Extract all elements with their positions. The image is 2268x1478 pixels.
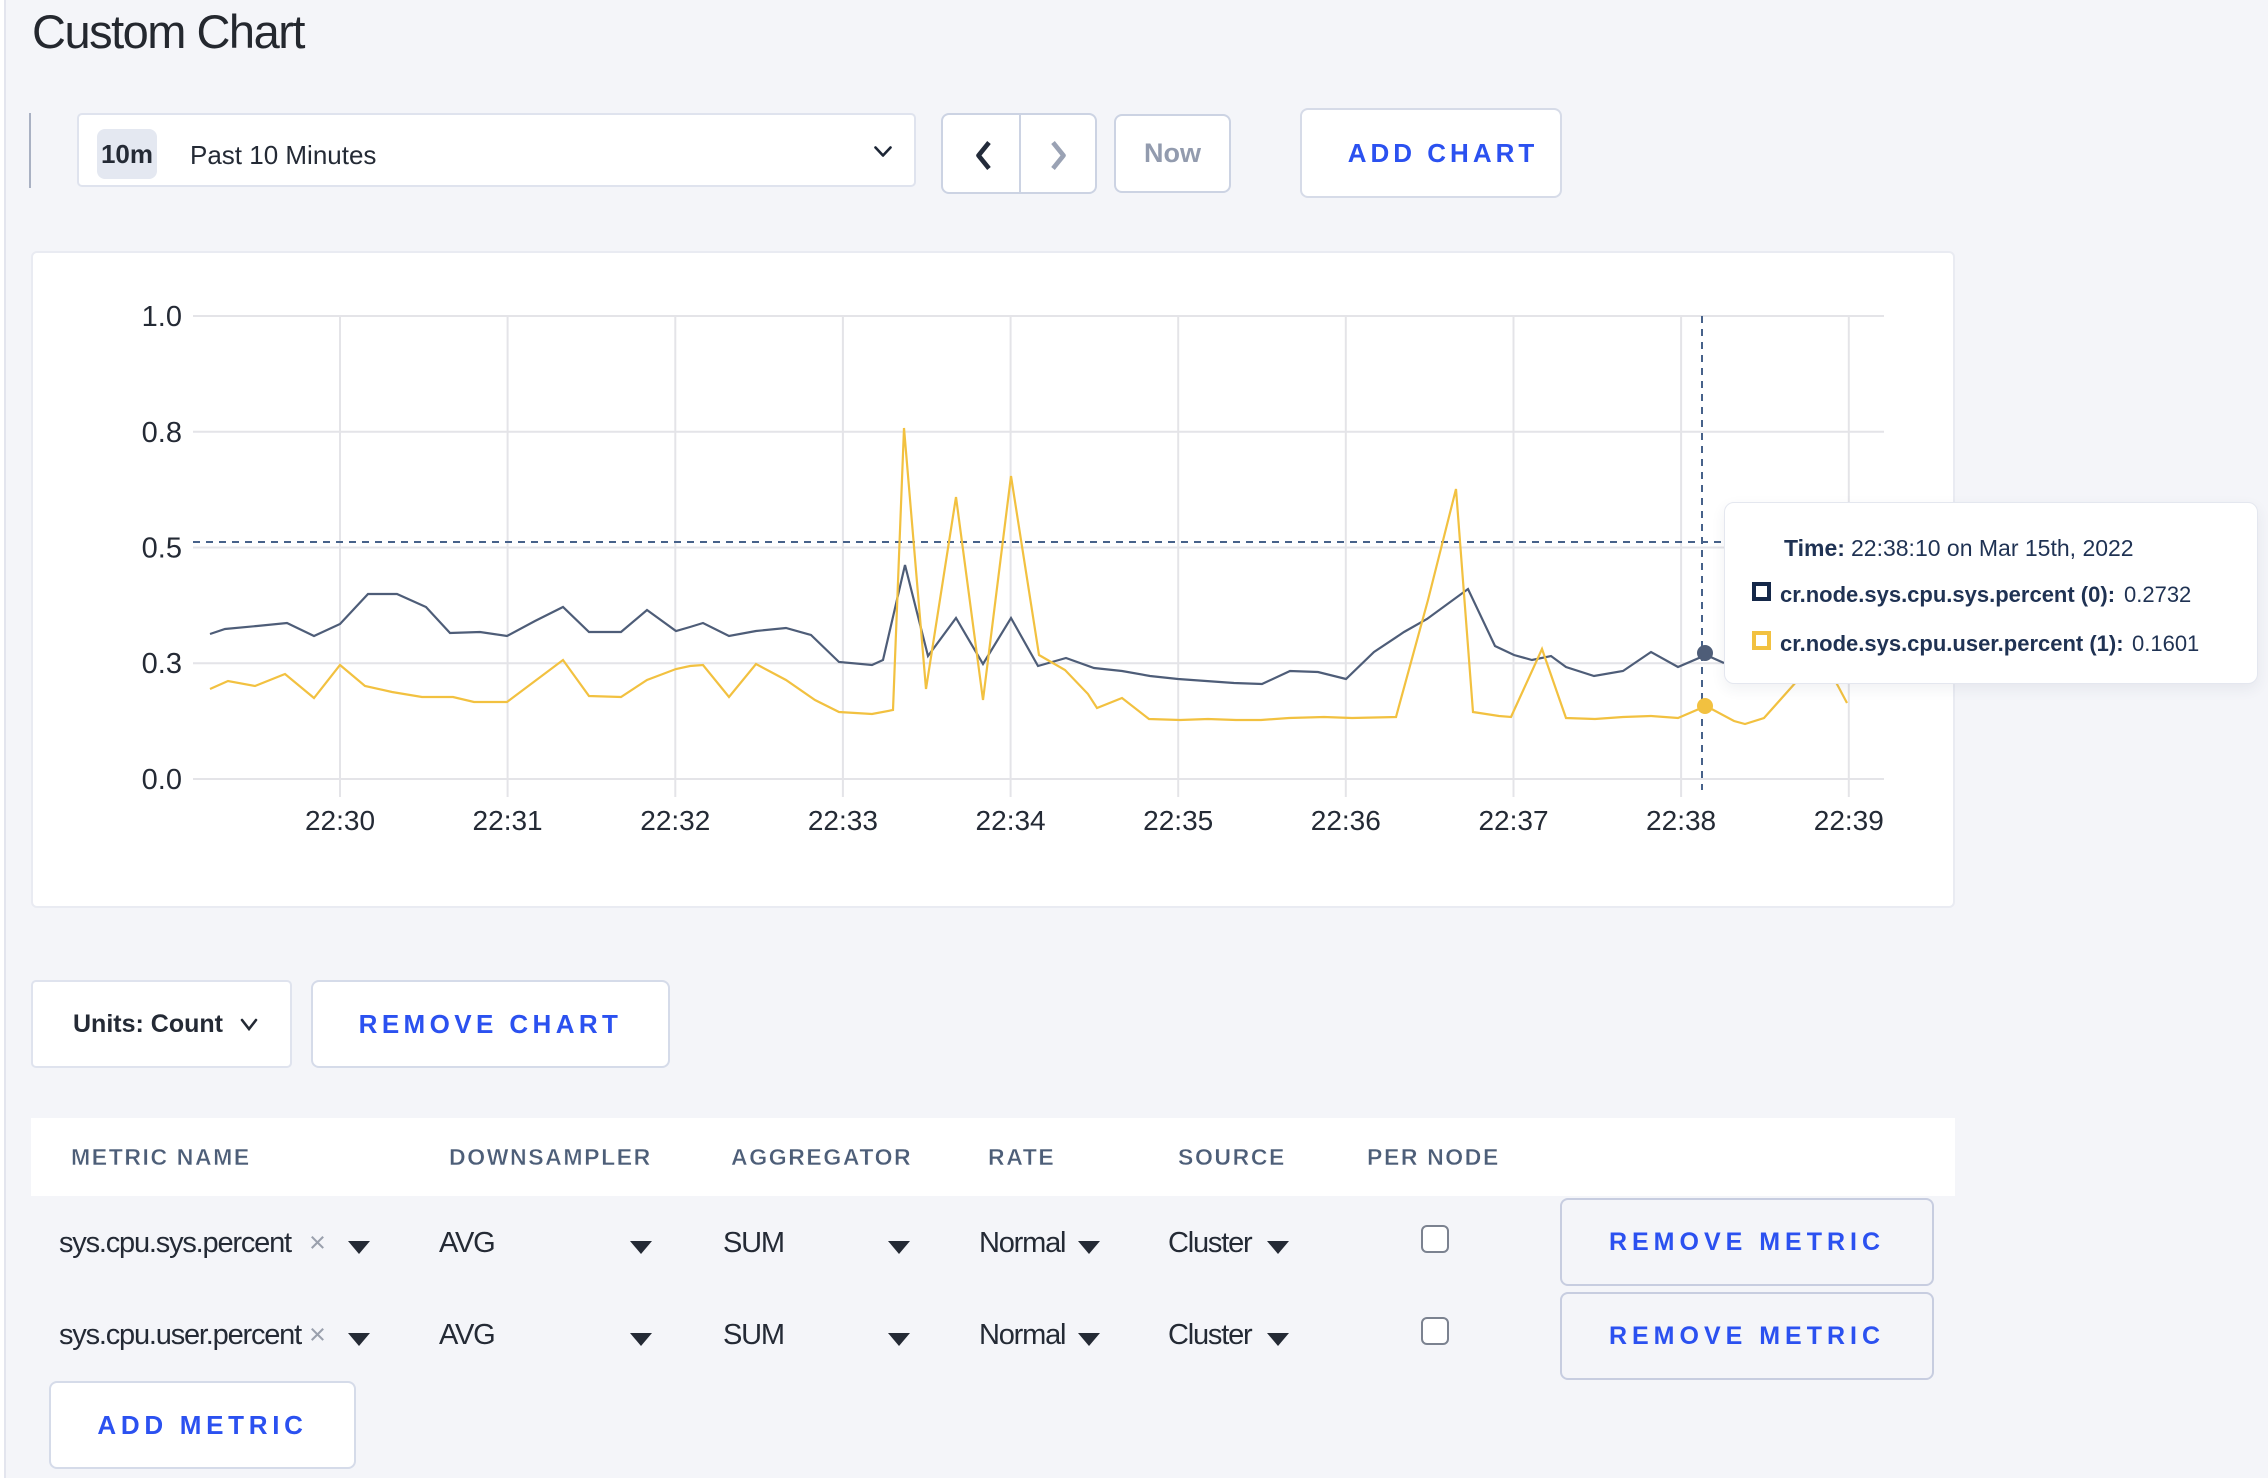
svg-text:1.0: 1.0 — [142, 301, 182, 333]
svg-text:22:32: 22:32 — [640, 805, 710, 836]
svg-text:22:34: 22:34 — [976, 805, 1046, 836]
svg-text:0.0: 0.0 — [142, 764, 182, 796]
svg-text:22:30: 22:30 — [305, 805, 375, 836]
svg-text:22:39: 22:39 — [1814, 805, 1884, 836]
svg-text:22:31: 22:31 — [473, 805, 543, 836]
svg-text:22:37: 22:37 — [1478, 805, 1548, 836]
svg-text:0.3: 0.3 — [142, 648, 182, 680]
svg-text:22:35: 22:35 — [1143, 805, 1213, 836]
svg-text:0.8: 0.8 — [142, 417, 182, 449]
svg-text:22:36: 22:36 — [1311, 805, 1381, 836]
svg-text:22:38: 22:38 — [1646, 805, 1716, 836]
svg-text:22:33: 22:33 — [808, 805, 878, 836]
svg-text:0.5: 0.5 — [142, 533, 182, 565]
